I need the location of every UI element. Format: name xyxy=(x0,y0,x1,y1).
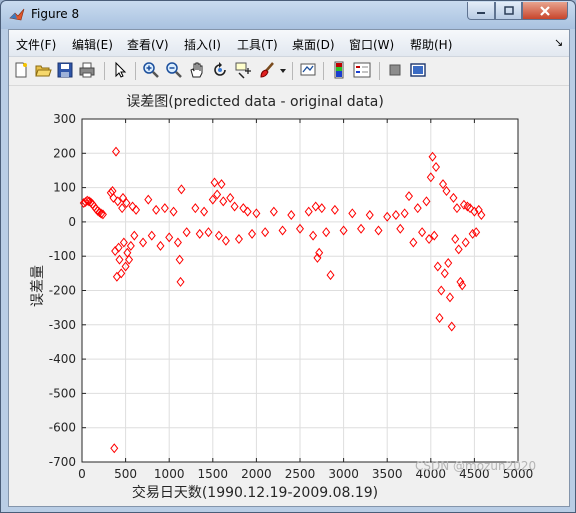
y-tick-label: -400 xyxy=(49,352,76,366)
close-icon xyxy=(540,5,550,16)
link-plot-icon[interactable] xyxy=(299,61,317,79)
figure-client-area: 文件(F) 编辑(E) 查看(V) 插入(I) 工具(T) 桌面(D) 窗口(W… xyxy=(8,29,570,507)
x-tick-label: 500 xyxy=(114,467,137,481)
toolbar-separator xyxy=(292,62,293,80)
window-title: Figure 8 xyxy=(31,7,80,21)
x-tick-label: 1500 xyxy=(198,467,229,481)
x-tick-label: 1000 xyxy=(154,467,185,481)
show-plot-tools-icon[interactable] xyxy=(409,61,427,79)
maximize-button[interactable] xyxy=(495,2,522,20)
insert-legend-icon[interactable] xyxy=(353,61,371,79)
menu-window[interactable]: 窗口(W) xyxy=(349,36,394,53)
matlab-logo-icon xyxy=(9,8,25,21)
rotate-3d-icon[interactable] xyxy=(211,61,229,79)
menu-desktop[interactable]: 桌面(D) xyxy=(292,36,335,53)
x-tick-label: 2000 xyxy=(241,467,272,481)
edit-plot-arrow-icon[interactable] xyxy=(111,61,129,79)
zoom-out-icon[interactable] xyxy=(165,61,183,79)
y-tick-label: -500 xyxy=(49,386,76,400)
x-tick-label: 3000 xyxy=(328,467,359,481)
x-tick-label: 2500 xyxy=(285,467,316,481)
menu-insert[interactable]: 插入(I) xyxy=(184,36,221,53)
title-bar[interactable]: Figure 8 xyxy=(1,1,575,29)
toolbar-separator xyxy=(323,62,324,80)
x-tick-label: 0 xyxy=(78,467,86,481)
toolbar-separator xyxy=(135,62,136,80)
menu-edit[interactable]: 编辑(E) xyxy=(72,36,113,53)
y-tick-label: 200 xyxy=(53,146,76,160)
brush-icon[interactable] xyxy=(258,61,276,79)
y-tick-label: -600 xyxy=(49,421,76,435)
y-tick-label: -700 xyxy=(49,455,76,469)
figure-canvas: 0 500 1000 1500 2000 2500 3000 3500 4000 4500 5000… xyxy=(9,86,569,506)
y-axis-label: 误差量 xyxy=(30,265,46,307)
y-tick-label: 300 xyxy=(53,112,76,126)
y-tick-label: -300 xyxy=(49,318,76,332)
data-cursor-icon[interactable] xyxy=(234,61,252,79)
y-tick-label: -200 xyxy=(49,284,76,298)
menu-view[interactable]: 查看(V) xyxy=(127,36,169,53)
dock-arrow-icon[interactable]: ↘ xyxy=(554,36,563,49)
print-icon[interactable] xyxy=(78,61,96,79)
brush-dropdown-icon[interactable] xyxy=(279,61,287,79)
close-button[interactable] xyxy=(522,2,568,20)
watermark: CSDN @mozun2020 xyxy=(415,459,537,473)
pan-hand-icon[interactable] xyxy=(188,61,206,79)
toolbar-separator xyxy=(104,62,105,80)
figure-window: Figure 8 文件(F) 编辑(E) 查看(V) 插入(I) 工具(T) 桌… xyxy=(0,0,576,513)
y-tick-label: 0 xyxy=(68,215,76,229)
menu-help[interactable]: 帮助(H) xyxy=(410,36,452,53)
toolbar-separator xyxy=(379,62,380,80)
y-tick-label: -100 xyxy=(49,249,76,263)
save-icon[interactable] xyxy=(56,61,74,79)
new-figure-icon[interactable] xyxy=(12,61,30,79)
figure-toolbar xyxy=(9,57,569,86)
chart[interactable]: 0 500 1000 1500 2000 2500 3000 3500 4000 4500 5000… xyxy=(9,86,569,506)
chart-title: 误差图(predicted data - original data) xyxy=(126,94,384,110)
x-tick-label: 3500 xyxy=(372,467,403,481)
x-axis-label: 交易日天数(1990.12.19-2009.08.19) xyxy=(132,484,378,501)
hide-plot-tools-icon[interactable] xyxy=(386,61,404,79)
menu-bar: 文件(F) 编辑(E) 查看(V) 插入(I) 工具(T) 桌面(D) 窗口(W… xyxy=(9,30,569,57)
maximize-icon xyxy=(503,6,514,15)
minimize-icon xyxy=(477,11,485,14)
menu-file[interactable]: 文件(F) xyxy=(16,36,56,53)
insert-colorbar-icon[interactable] xyxy=(330,61,348,79)
open-file-icon[interactable] xyxy=(34,61,52,79)
y-tick-label: 100 xyxy=(53,181,76,195)
zoom-in-icon[interactable] xyxy=(142,61,160,79)
menu-tools[interactable]: 工具(T) xyxy=(237,36,278,53)
minimize-button[interactable] xyxy=(467,2,495,20)
